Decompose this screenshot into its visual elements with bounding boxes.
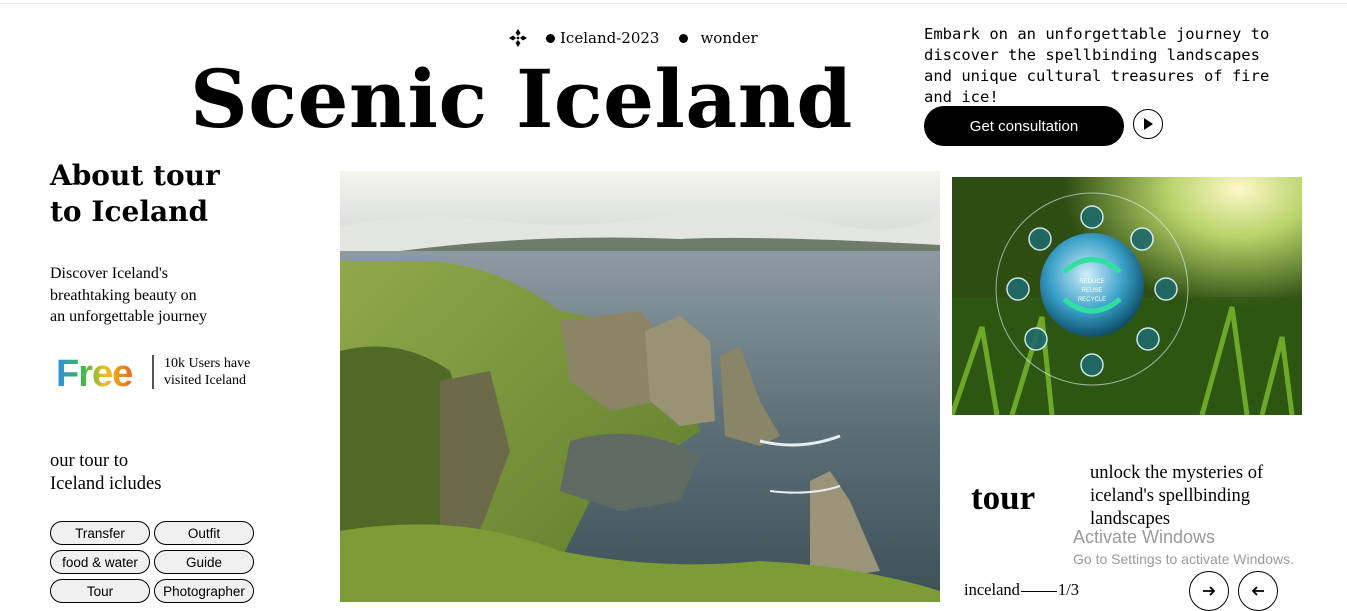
pill-transfer[interactable]: Transfer [50, 521, 150, 545]
arrow-right-icon [1203, 586, 1216, 596]
users-count-text: 10k Users have visited Iceland [164, 356, 251, 388]
tour-description: unlock the mysteries of iceland's spellb… [1090, 463, 1264, 529]
tag-iceland-2023[interactable]: Iceland-2023 [546, 29, 659, 47]
next-button[interactable] [1189, 571, 1229, 611]
eco-globe-image: REDUCE REUSE RECYCLE [952, 177, 1302, 415]
pager: inceland 1/3 [964, 580, 1079, 600]
prev-button[interactable] [1238, 571, 1278, 611]
includes-heading: our tour to Iceland icludes [50, 451, 162, 494]
pill-guide[interactable]: Guide [154, 550, 254, 574]
top-divider [0, 3, 1347, 4]
bullet-icon [679, 33, 689, 43]
includes-list: Transfer Outfit food & water Guide Tour … [50, 521, 254, 603]
flower-logo-icon [509, 29, 527, 47]
arrow-left-icon [1251, 586, 1264, 596]
stat-divider [152, 355, 154, 389]
svg-text:RECYCLE: RECYCLE [1078, 297, 1106, 303]
about-description: Discover Iceland's breathtaking beauty o… [50, 265, 207, 325]
play-button[interactable] [1133, 109, 1163, 139]
watermark-title: Activate Windows [1073, 527, 1216, 547]
about-heading: About tour to Iceland [50, 159, 220, 228]
pill-tour[interactable]: Tour [50, 579, 150, 603]
watermark-subtitle: Go to Settings to activate Windows. [1073, 551, 1294, 567]
bullet-icon [546, 33, 555, 43]
free-logo: Free [56, 353, 133, 392]
pager-divider [1020, 591, 1057, 592]
svg-text:REDUCE: REDUCE [1079, 279, 1104, 285]
pill-outfit[interactable]: Outfit [154, 521, 254, 545]
play-icon [1144, 118, 1153, 130]
pager-label: inceland [964, 580, 1020, 599]
get-consultation-button[interactable]: Get consultation [924, 106, 1124, 146]
page-title: Scenic Iceland [190, 52, 853, 146]
coast-photo [340, 171, 940, 602]
svg-text:Free: Free [56, 353, 132, 392]
intro-text: Embark on an unforgettable journey to di… [924, 25, 1270, 106]
pager-count: 1/3 [1057, 580, 1079, 599]
svg-text:REUSE: REUSE [1082, 288, 1103, 294]
pill-photographer[interactable]: Photographer [154, 579, 254, 603]
tag-wonder[interactable]: wonder [679, 29, 758, 47]
tour-heading: tour [971, 478, 1036, 517]
pill-food-water[interactable]: food & water [50, 550, 150, 574]
users-stat: Free 10k Users have visited Iceland [56, 352, 250, 392]
header-tags: Iceland-2023 wonder [508, 28, 778, 48]
